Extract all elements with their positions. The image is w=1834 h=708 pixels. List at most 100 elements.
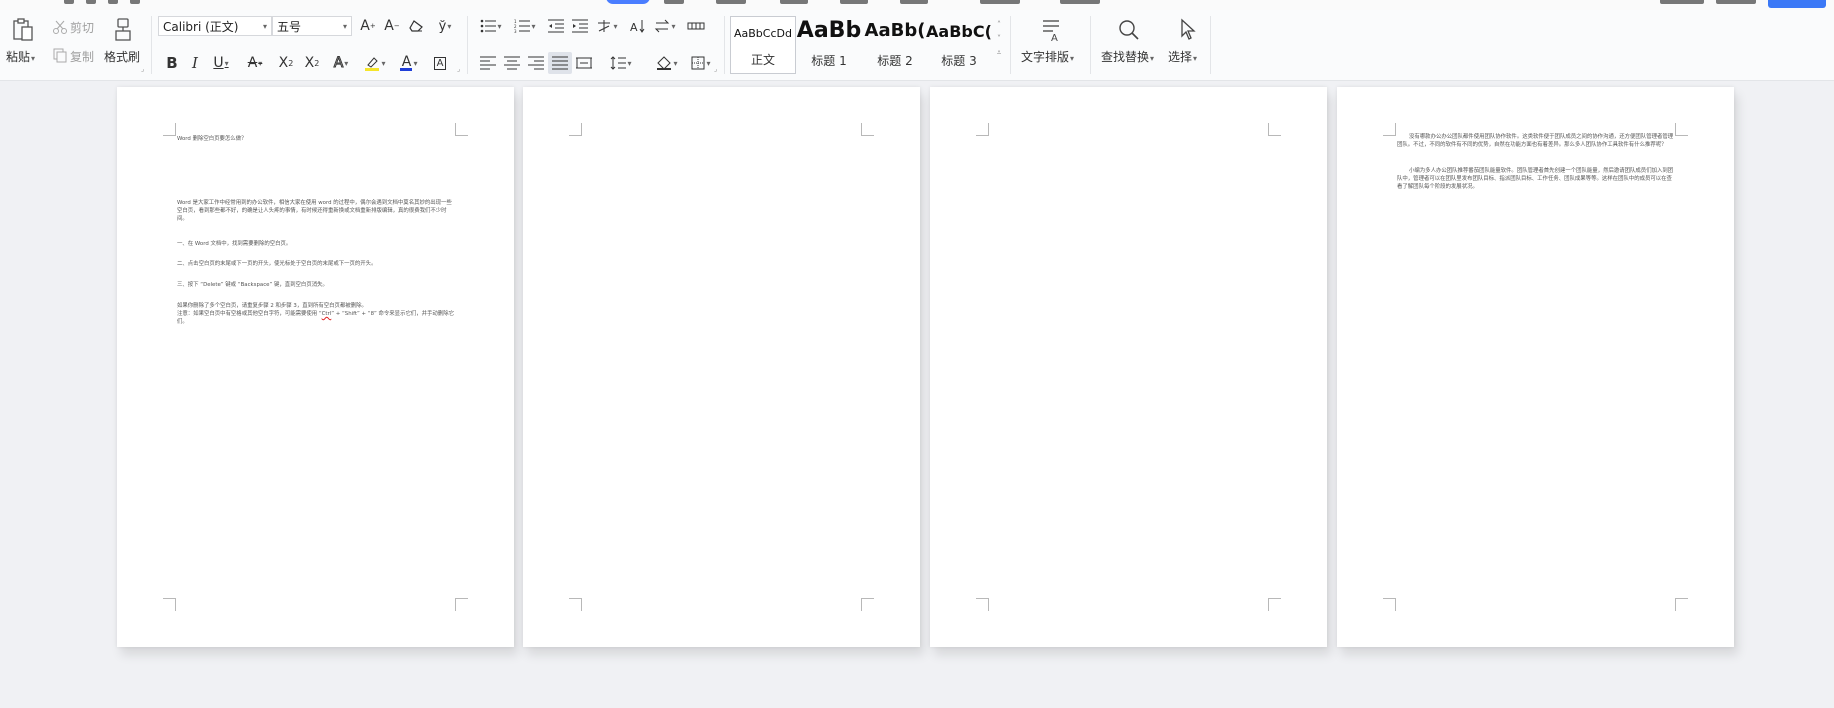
underline-icon[interactable]: U ▾ bbox=[206, 52, 236, 74]
text-direction-icon[interactable]: ▾ bbox=[650, 15, 680, 37]
italic-icon[interactable]: I bbox=[183, 52, 207, 74]
margin-corner bbox=[861, 123, 874, 136]
highlight-icon[interactable]: ▾ bbox=[360, 52, 390, 74]
line-spacing-icon[interactable]: ▾ bbox=[606, 52, 636, 74]
sort-icon[interactable]: A bbox=[626, 15, 650, 37]
grow-font-icon[interactable]: A + bbox=[356, 15, 380, 37]
tab-stub[interactable] bbox=[64, 0, 74, 4]
increase-indent-icon[interactable] bbox=[568, 15, 592, 37]
spell-error-word[interactable]: Ctrl bbox=[322, 311, 332, 317]
align-left-icon[interactable] bbox=[476, 52, 500, 74]
strikethrough-icon[interactable]: A ▾ bbox=[240, 52, 270, 74]
align-center-icon[interactable] bbox=[500, 52, 524, 74]
document-page-1[interactable]: Word 删除空白页要怎么做？ Word 是大家工作中经常用到的办公软件，相信大… bbox=[117, 87, 514, 647]
borders-icon[interactable]: ▾ bbox=[686, 52, 716, 74]
tab-home-active[interactable] bbox=[606, 0, 650, 4]
tab-stub[interactable] bbox=[86, 0, 96, 4]
style-heading-2[interactable]: AaBb( 标题 2 bbox=[862, 16, 928, 74]
style-name: 正文 bbox=[750, 53, 775, 67]
char-border-icon[interactable]: A bbox=[428, 52, 452, 74]
format-painter-icon[interactable] bbox=[110, 16, 136, 44]
doc-paragraph: 小编为多人办公团队推荐番茄团队能量软件。团队管理者首先创建一个团队能量，然后邀请… bbox=[1397, 168, 1674, 191]
group-divider bbox=[724, 16, 725, 74]
document-page-2[interactable] bbox=[523, 87, 920, 647]
eraser-icon[interactable] bbox=[404, 15, 428, 37]
text-run: 注意：如果空白页中有空格或其他空白字符，可能需要使用 “ bbox=[177, 311, 322, 317]
text-layout-button[interactable]: 文字排版▾ bbox=[1021, 48, 1074, 65]
tab-stub[interactable] bbox=[130, 0, 140, 4]
paste-button[interactable]: 粘贴▾ bbox=[6, 48, 35, 65]
share-button[interactable] bbox=[1768, 0, 1826, 8]
cut-button[interactable]: 剪切 bbox=[70, 19, 94, 36]
superscript-icon[interactable]: X2 bbox=[274, 52, 298, 74]
bold-icon[interactable]: B bbox=[160, 52, 184, 74]
margin-corner bbox=[569, 598, 582, 611]
margin-corner bbox=[1268, 598, 1281, 611]
chinese-layout-icon[interactable]: ▾ bbox=[592, 15, 622, 37]
style-heading-3[interactable]: AaBbC( 标题 3 bbox=[926, 16, 992, 74]
gallery-more-icon[interactable]: ⩡ bbox=[994, 46, 1004, 60]
bullet-list-icon[interactable]: ▾ bbox=[476, 15, 506, 37]
align-right-icon[interactable] bbox=[524, 52, 548, 74]
show-marks-icon[interactable] bbox=[684, 15, 708, 37]
doc-title: Word 删除空白页要怎么做？ bbox=[177, 136, 247, 142]
select-button[interactable]: 选择▾ bbox=[1168, 48, 1197, 65]
decrease-indent-icon[interactable] bbox=[544, 15, 568, 37]
tab-stub[interactable] bbox=[108, 0, 118, 4]
group-divider bbox=[151, 16, 152, 74]
margin-corner bbox=[1268, 123, 1281, 136]
style-normal[interactable]: AaBbCcDd 正文 bbox=[730, 16, 796, 74]
ribbon-toolbar: 粘贴▾ 剪切 复制 格式刷 ⌟ Calibri (正文) ▾ 五号 ▾ A + A − … bbox=[0, 10, 1834, 81]
copy-button[interactable]: 复制 bbox=[70, 48, 94, 65]
tab-stub[interactable] bbox=[1060, 0, 1100, 4]
justify-icon[interactable] bbox=[548, 52, 572, 74]
group-divider bbox=[467, 16, 468, 74]
tab-stub[interactable] bbox=[980, 0, 1020, 4]
document-page-3[interactable] bbox=[930, 87, 1327, 647]
shrink-font-icon[interactable]: A − bbox=[380, 15, 404, 37]
font-size-select[interactable]: 五号 ▾ bbox=[272, 16, 352, 36]
style-gallery-scroll[interactable]: ˄ ˅ ⩡ bbox=[994, 18, 1004, 60]
magnifier-icon[interactable] bbox=[1116, 16, 1142, 44]
tab-stub[interactable] bbox=[716, 0, 746, 4]
find-replace-button[interactable]: 查找替换▾ bbox=[1101, 48, 1154, 65]
tab-stub[interactable] bbox=[840, 0, 868, 4]
tab-stub[interactable] bbox=[780, 0, 808, 4]
style-gallery: AaBbCcDd 正文 AaBb 标题 1 AaBb( 标题 2 AaBbC( … bbox=[728, 16, 1004, 74]
doc-paragraph: 二、点击空白页的末尾或下一页的开头，使光标处于空白页的末尾或下一页的开头。 bbox=[177, 261, 377, 267]
tab-stub[interactable] bbox=[1660, 0, 1704, 4]
title-tab-strip bbox=[0, 0, 1834, 10]
tab-stub[interactable] bbox=[664, 0, 684, 4]
chevron-down-icon[interactable]: ˅ bbox=[994, 32, 1004, 46]
doc-paragraph: 注意：如果空白页中有空格或其他空白字符，可能需要使用 “Ctrl” + “Shi… bbox=[177, 310, 455, 326]
text-effect-icon[interactable]: A ▾ bbox=[326, 52, 356, 74]
shading-icon[interactable]: ▾ bbox=[652, 52, 682, 74]
text-layout-icon[interactable]: A bbox=[1038, 16, 1064, 44]
font-family-select[interactable]: Calibri (正文) ▾ bbox=[158, 16, 272, 36]
chevron-up-icon[interactable]: ˄ bbox=[994, 18, 1004, 32]
group-divider bbox=[1090, 16, 1091, 74]
font-expand-icon[interactable]: ⌟ bbox=[457, 65, 460, 73]
numbered-list-icon[interactable]: 1 2 3 ▾ bbox=[510, 15, 540, 37]
tab-stub[interactable] bbox=[900, 0, 928, 4]
margin-corner bbox=[455, 123, 468, 136]
copy-icon bbox=[52, 46, 68, 64]
subscript-icon[interactable]: X2 bbox=[300, 52, 324, 74]
margin-corner bbox=[1675, 123, 1688, 136]
clipboard-expand-icon[interactable]: ⌟ bbox=[141, 65, 144, 73]
margin-corner bbox=[976, 598, 989, 611]
paragraph-expand-icon[interactable]: ⌟ bbox=[714, 65, 717, 73]
format-painter-button[interactable]: 格式刷 bbox=[104, 48, 140, 65]
cursor-icon[interactable] bbox=[1176, 16, 1200, 44]
document-page-4[interactable]: 没有哪款办公办公团队都件使用团队协作软件。这类软件便于团队成员之间的协作沟通，还… bbox=[1337, 87, 1734, 647]
style-name: 标题 2 bbox=[877, 54, 913, 68]
phonetic-guide-icon[interactable]: ў ▾ bbox=[430, 15, 460, 37]
style-heading-1[interactable]: AaBb 标题 1 bbox=[796, 16, 862, 74]
margin-corner bbox=[1675, 598, 1688, 611]
paste-icon[interactable] bbox=[8, 16, 38, 44]
tab-stub[interactable] bbox=[1716, 0, 1756, 4]
margin-corner bbox=[976, 123, 989, 136]
distributed-align-icon[interactable] bbox=[572, 52, 596, 74]
font-color-icon[interactable]: A ▾ bbox=[394, 52, 424, 74]
svg-text:A: A bbox=[1051, 33, 1058, 42]
